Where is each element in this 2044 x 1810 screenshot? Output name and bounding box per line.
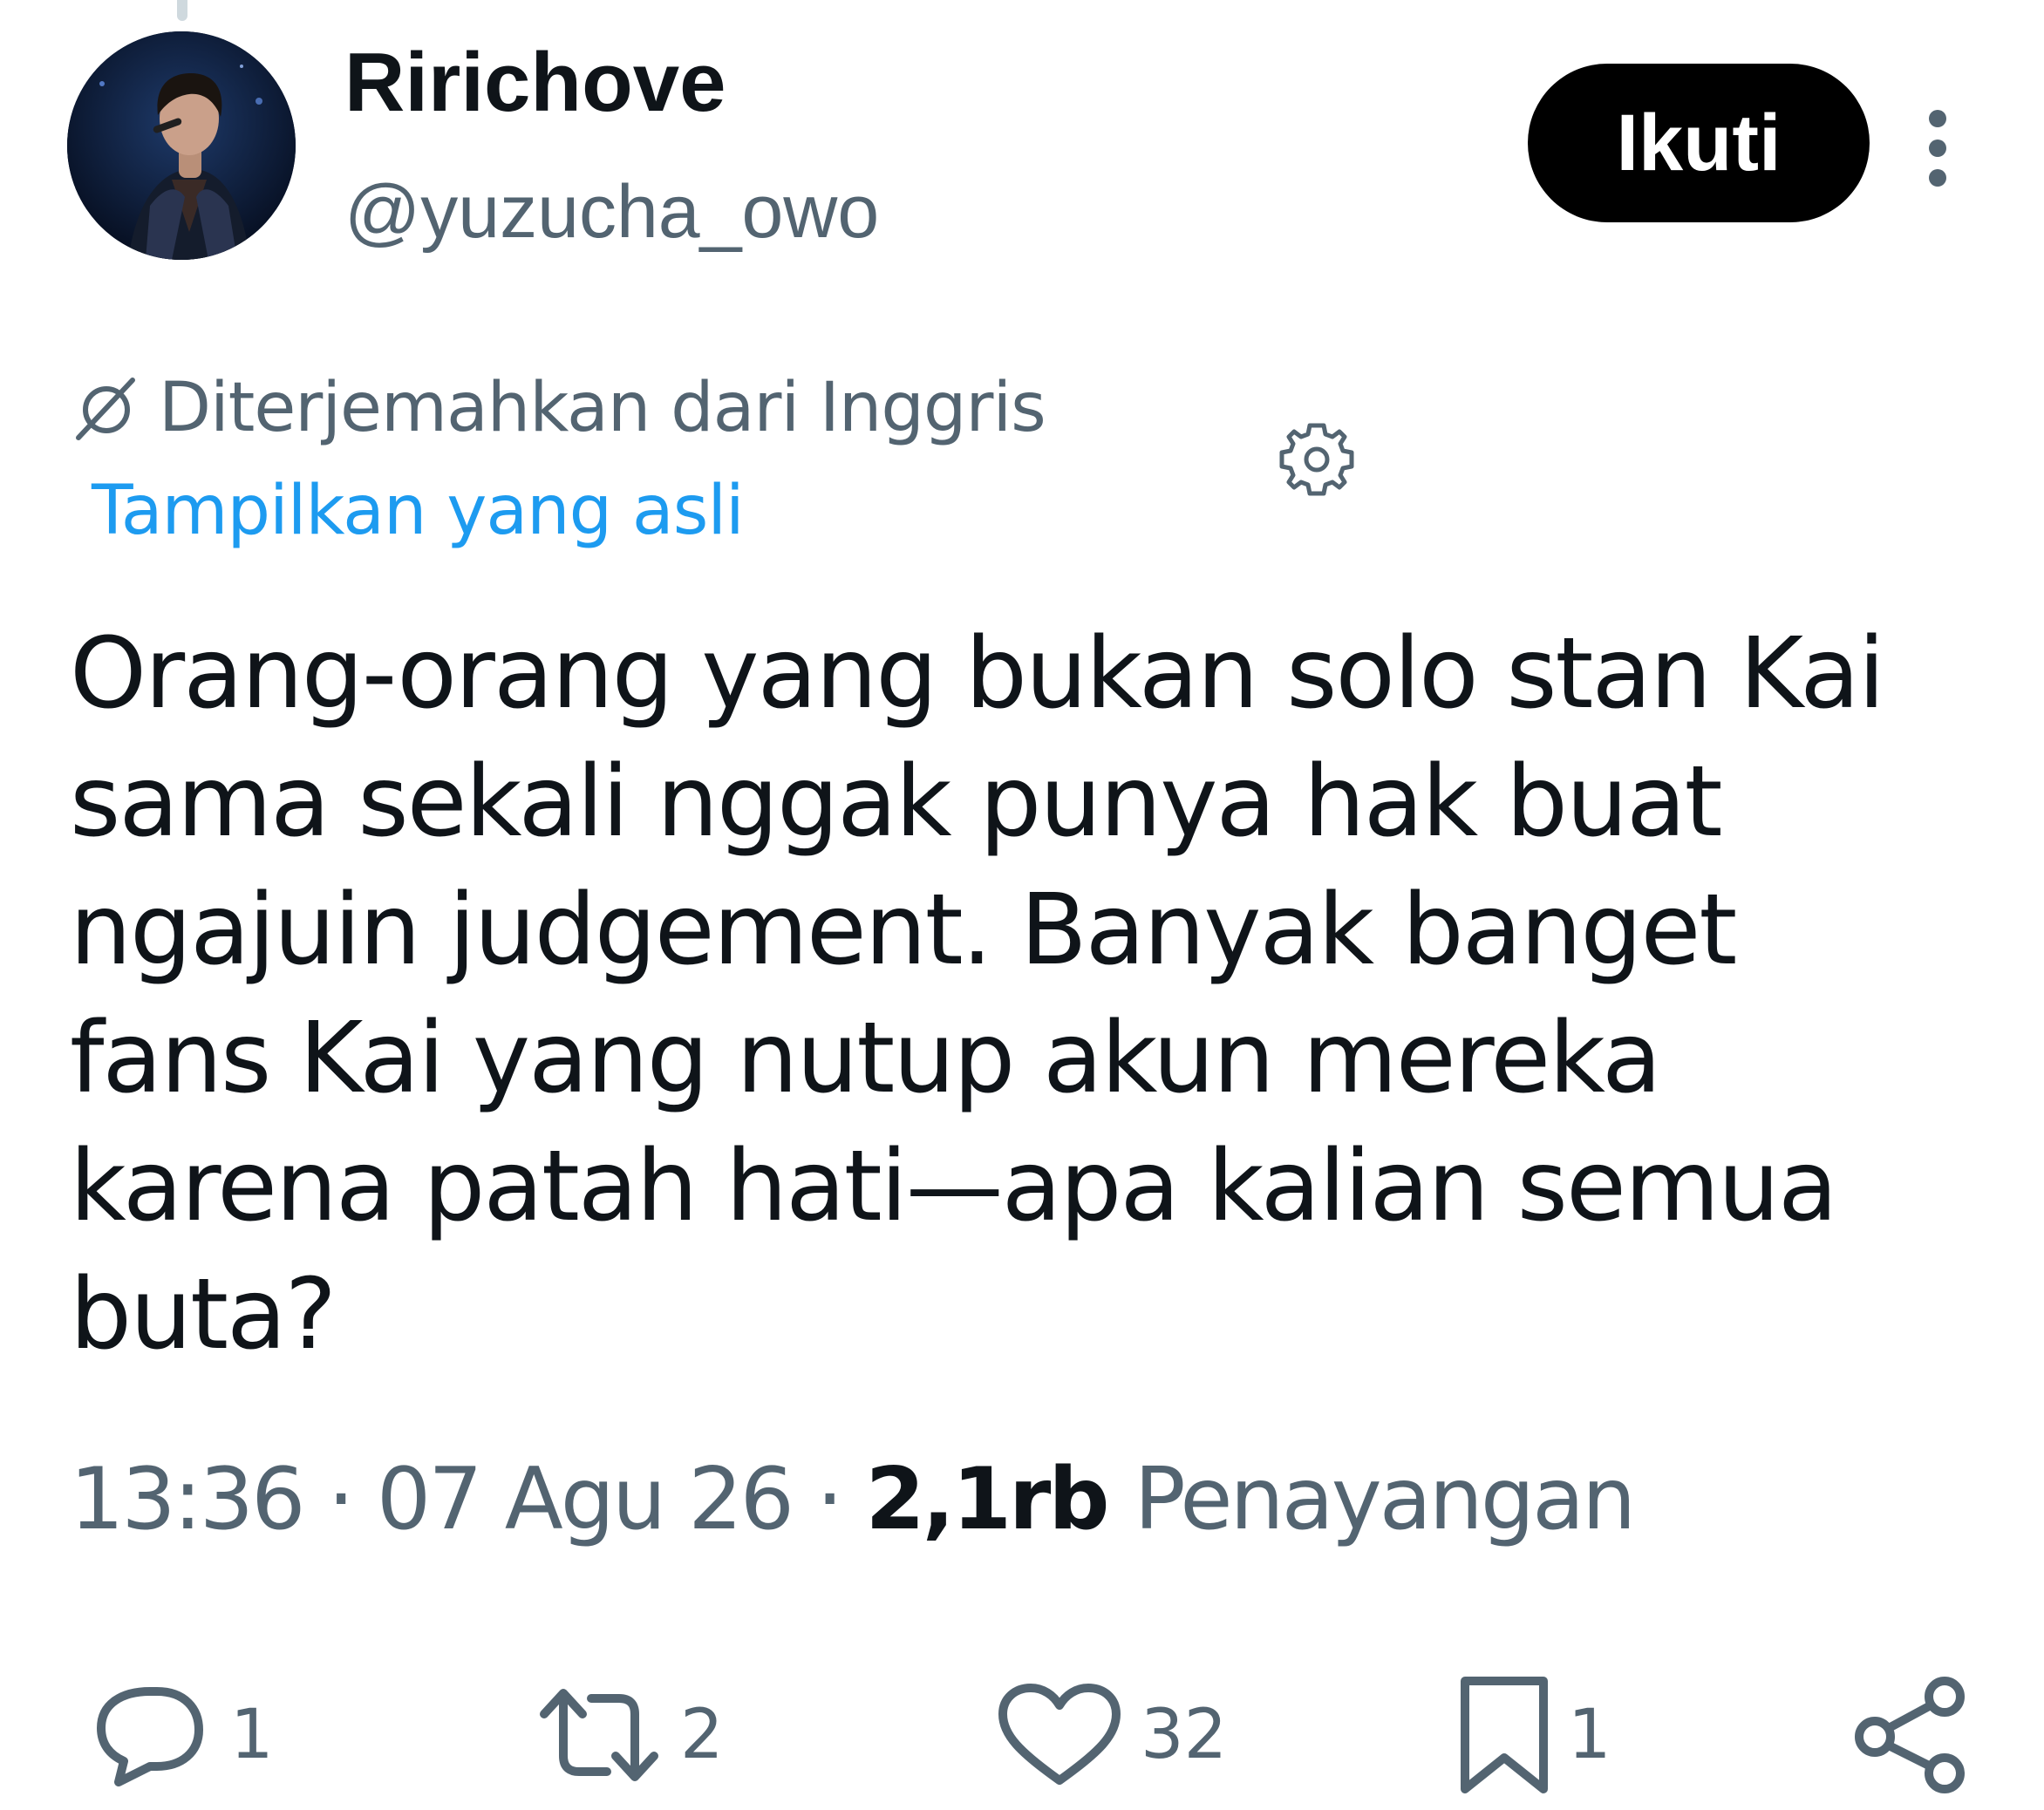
- views-count[interactable]: 2,1rb: [865, 1450, 1134, 1549]
- more-options-button[interactable]: [1915, 103, 1960, 194]
- like-button[interactable]: 32: [994, 1674, 1227, 1796]
- views-label: Penayangan: [1134, 1450, 1637, 1549]
- heart-icon: [998, 1684, 1121, 1785]
- translation-notice: Diterjemahkan dari Inggris: [70, 364, 1046, 452]
- more-vertical-icon: [1929, 139, 1946, 157]
- meta-separator: ·: [327, 1450, 377, 1549]
- retweet-count: 2: [680, 1696, 724, 1774]
- translation-label: Diterjemahkan dari Inggris: [159, 369, 1046, 447]
- tweet-metadata: 13:36 · 07 Agu 26 · 2,1rb Penayangan: [70, 1447, 1637, 1552]
- tweet-text: Orang-orang yang bukan solo stan Kai sam…: [70, 610, 1988, 1379]
- reply-count: 1: [230, 1696, 274, 1774]
- profile-photo: [67, 31, 296, 260]
- like-count: 32: [1141, 1696, 1228, 1774]
- tweet-text-line: sama sekali nggak punya hak buat: [70, 745, 1722, 859]
- bookmark-count: 1: [1568, 1696, 1611, 1774]
- follow-button[interactable]: Ikuti: [1528, 64, 1870, 222]
- tweet-detail-page: Ririchove @yuzucha_owo Ikuti Diterjemahk…: [0, 0, 2044, 1810]
- tweet-text-line: ngajuin judgement. Banyak banget: [70, 874, 1737, 987]
- tweet-actions: 1 2 32 1: [0, 1674, 2044, 1796]
- avatar[interactable]: [67, 31, 296, 260]
- more-vertical-icon: [1929, 110, 1946, 127]
- translate-icon: [76, 378, 135, 440]
- author-handle[interactable]: @yuzucha_owo: [344, 168, 879, 255]
- tweet-time[interactable]: 13:36: [70, 1450, 305, 1549]
- reply-button[interactable]: 1: [84, 1674, 274, 1796]
- retweet-icon: [540, 1689, 658, 1781]
- author-display-name[interactable]: Ririchove: [344, 35, 726, 131]
- reply-icon: [97, 1687, 203, 1786]
- bookmark-button[interactable]: 1: [1456, 1674, 1611, 1796]
- share-button[interactable]: [1849, 1674, 1971, 1796]
- bookmark-icon: [1461, 1677, 1548, 1793]
- tweet-text-line: karena patah hati—apa kalian semua: [70, 1130, 1838, 1243]
- thread-connector-line: [177, 0, 187, 21]
- tweet-text-line: Orang-orang yang bukan solo stan Kai: [70, 617, 1885, 731]
- meta-separator: ·: [816, 1450, 866, 1549]
- share-icon: [1855, 1677, 1965, 1793]
- gear-icon[interactable]: [1275, 418, 1359, 502]
- tweet-date[interactable]: 07 Agu 26: [377, 1450, 794, 1549]
- more-vertical-icon: [1929, 169, 1946, 187]
- tweet-text-line: fans Kai yang nutup akun mereka: [70, 1002, 1662, 1115]
- tweet-text-line: buta?: [70, 1258, 337, 1371]
- show-original-link[interactable]: Tampilkan yang asli: [92, 467, 745, 555]
- retweet-button[interactable]: 2: [534, 1674, 724, 1796]
